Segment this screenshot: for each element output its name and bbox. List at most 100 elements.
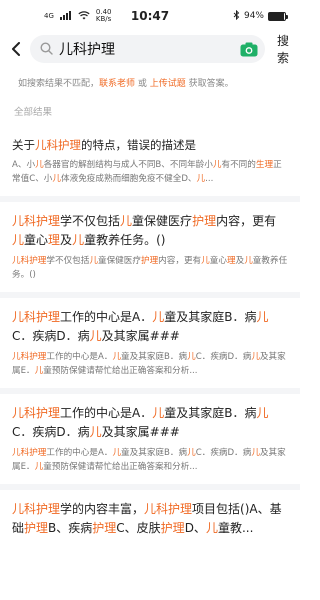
highlight-text: 儿	[152, 310, 165, 324]
camera-icon[interactable]	[239, 39, 259, 59]
highlight-text: 儿	[201, 256, 210, 266]
highlight-text: 护理	[192, 214, 217, 228]
highlight-text: 儿科护理	[12, 448, 47, 458]
highlight-text: 理	[226, 256, 236, 266]
result-title: 儿科护理学不仅包括儿童保健医疗护理内容，更有儿童心理及儿童教养任务。()	[12, 212, 288, 250]
highlight-text: 儿	[112, 352, 122, 362]
highlight-text: 儿	[89, 329, 102, 343]
search-input[interactable]	[59, 41, 233, 57]
highlight-text: 儿	[120, 214, 133, 228]
title-text: 童保健医疗	[132, 214, 193, 228]
title-text: 及	[60, 233, 73, 247]
highlight-text: 儿	[187, 352, 196, 362]
status-left: 4G 0.40 KB/s	[44, 9, 111, 23]
snippet-text: 童预防保健请帮忙给出正确答案和分析...	[43, 462, 198, 472]
hint-prefix: 如搜索结果不匹配，	[18, 79, 100, 89]
result-card[interactable]: 关于儿科护理的特点，错误的描述是 A、小儿各器官的解剖结构与成人不同B、不同年龄小…	[0, 126, 300, 196]
section-title: 全部结果	[14, 107, 53, 118]
highlight-text: 儿	[52, 174, 61, 184]
highlight-text: 儿	[89, 256, 98, 266]
result-card[interactable]: 儿科护理学不仅包括儿童保健医疗护理内容，更有儿童心理及儿童教养任务。() 儿科护理…	[0, 202, 300, 292]
title-text: C．疾病D．病	[12, 329, 90, 343]
title-text: 工作的中心是A．	[60, 406, 153, 420]
highlight-text: 儿	[256, 310, 269, 324]
status-bar: 4G 0.40 KB/s 10:47 94%	[0, 0, 300, 32]
highlight-text: 护理	[160, 521, 185, 535]
highlight-text: 理	[48, 233, 61, 247]
title-text: 的特点，错误的描述是	[81, 138, 196, 152]
title-text: 内容，更有	[216, 214, 277, 228]
result-card[interactable]: 儿科护理学的内容丰富，儿科护理项目包括()A、基础护理B、疾病护理C、皮肤护理D…	[0, 490, 300, 548]
highlight-text: 儿	[251, 448, 260, 458]
battery-fill	[269, 12, 285, 20]
title-text: D、	[184, 521, 206, 535]
highlight-text: 儿	[35, 160, 44, 170]
title-text: B、疾病	[48, 521, 93, 535]
title-text: 童心	[24, 233, 49, 247]
result-title: 儿科护理学的内容丰富，儿科护理项目包括()A、基础护理B、疾病护理C、皮肤护理D…	[12, 500, 288, 538]
highlight-text: 儿科护理	[12, 406, 61, 420]
highlight-text: 儿科护理	[144, 502, 193, 516]
search-icon	[40, 40, 53, 59]
wifi-icon	[78, 10, 90, 22]
snippet-text: 童预防保健请帮忙给出正确答案和分析...	[43, 366, 198, 376]
snippet-text: 工作的中心是A．	[46, 352, 113, 362]
snippet-text: 有不同的	[221, 160, 256, 170]
hint-or: 或	[135, 79, 150, 89]
back-icon[interactable]	[10, 40, 22, 58]
status-right: 94%	[233, 9, 288, 23]
title-text: C、皮肤	[116, 521, 161, 535]
highlight-text: 儿	[34, 462, 44, 472]
snippet-text: ...	[205, 174, 214, 184]
highlight-text: 儿	[251, 352, 260, 362]
result-snippet: 儿科护理学不仅包括儿童保健医疗护理内容，更有儿童心理及儿童教养任务。()	[12, 254, 288, 282]
snippet-text: A、小	[12, 160, 36, 170]
title-text: 及其家属###	[101, 329, 180, 343]
highlight-text: 儿	[72, 233, 85, 247]
contact-teacher-link[interactable]: 联系老师	[99, 79, 135, 89]
battery-icon	[268, 11, 288, 21]
snippet-text: 各器官的解剖结构与成人不同B、不同年龄小	[43, 160, 213, 170]
result-snippet: 儿科护理工作的中心是A．儿童及其家庭B．病儿C．疾病D．病儿及其家属E．儿童预防…	[12, 446, 288, 474]
search-box[interactable]	[30, 35, 265, 63]
title-text: 及其家属###	[101, 425, 180, 439]
bluetooth-icon	[233, 9, 240, 23]
snippet-text: 及	[235, 256, 245, 266]
snippet-text: 童心	[209, 256, 227, 266]
title-text: 童及其家庭B．病	[164, 310, 257, 324]
highlight-text: 儿科护理	[35, 138, 81, 152]
search-hint: 如搜索结果不匹配，联系老师 或 上传试题 获取答案。	[0, 64, 300, 94]
highlight-text: 儿科护理	[12, 256, 47, 266]
highlight-text: 儿科护理	[12, 214, 61, 228]
title-text: 童教养任务。()	[84, 233, 166, 247]
highlight-text: 儿	[196, 174, 206, 184]
result-title: 儿科护理工作的中心是A．儿童及其家庭B．病儿C．疾病D．病儿及其家属###	[12, 308, 288, 346]
network-speed-unit: KB/s	[95, 15, 112, 23]
snippet-text: 工作的中心是A．	[46, 448, 113, 458]
title-text: 学不仅包括	[60, 214, 121, 228]
highlight-text: 护理	[140, 256, 159, 266]
search-button[interactable]: 搜索	[273, 32, 293, 66]
upload-question-link[interactable]: 上传试题	[150, 79, 186, 89]
snippet-text: 学不仅包括	[46, 256, 90, 266]
result-title: 关于儿科护理的特点，错误的描述是	[12, 136, 288, 154]
highlight-text: 护理	[92, 521, 117, 535]
title-text: 关于	[12, 138, 35, 152]
highlight-text: 儿	[89, 425, 102, 439]
snippet-text: 童保健医疗	[97, 256, 141, 266]
highlight-text: 儿	[187, 448, 196, 458]
result-card[interactable]: 儿科护理工作的中心是A．儿童及其家庭B．病儿C．疾病D．病儿及其家属### 儿科护…	[0, 298, 300, 388]
snippet-text: C．疾病D．病	[195, 448, 252, 458]
highlight-text: 护理	[24, 521, 49, 535]
highlight-text: 儿科护理	[12, 310, 61, 324]
search-bar: 搜索	[0, 32, 300, 66]
snippet-text: 内容，更有	[158, 256, 202, 266]
result-title: 儿科护理工作的中心是A．儿童及其家庭B．病儿C．疾病D．病儿及其家属###	[12, 404, 288, 442]
highlight-text: 儿科护理	[12, 502, 61, 516]
title-text: 童及其家庭B．病	[164, 406, 257, 420]
result-card[interactable]: 儿科护理工作的中心是A．儿童及其家庭B．病儿C．疾病D．病儿及其家属### 儿科护…	[0, 394, 300, 484]
title-text: 工作的中心是A．	[60, 310, 153, 324]
results-list: 关于儿科护理的特点，错误的描述是 A、小儿各器官的解剖结构与成人不同B、不同年龄小…	[0, 126, 300, 548]
highlight-text: 儿	[112, 448, 122, 458]
snippet-text: 童及其家庭B．病	[121, 448, 188, 458]
